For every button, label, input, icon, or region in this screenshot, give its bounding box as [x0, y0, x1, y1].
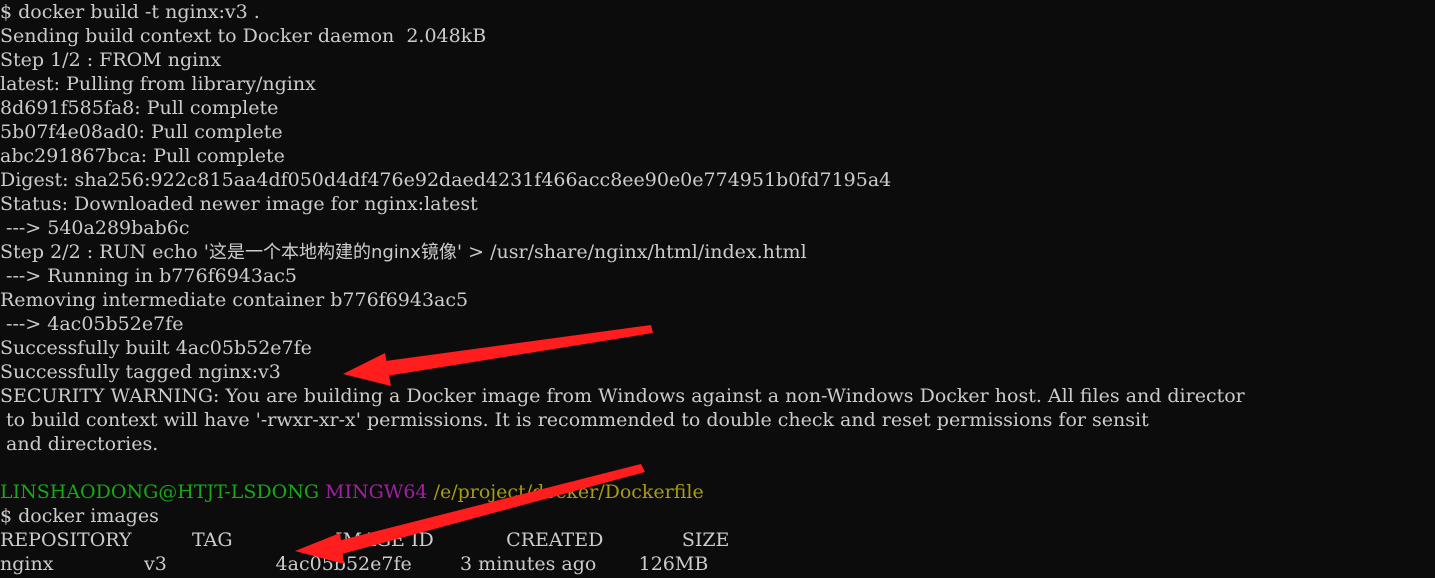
output-line-successfully-tagged: Successfully tagged nginx:v3: [0, 361, 281, 383]
images-table-header: REPOSITORY TAG IMAGE ID CREATED SIZE: [0, 529, 730, 551]
output-line-command-build: $ docker build -t nginx:v3 .: [0, 1, 260, 23]
output-line-blank: [0, 456, 1435, 480]
images-table-row: nginx v3 4ac05b52e7fe 3 minutes ago 126M…: [0, 553, 709, 575]
step-2-suffix: ' > /usr/share/nginx/html/index.html: [456, 241, 807, 263]
output-line-layer-3: abc291867bca: Pull complete: [0, 145, 285, 167]
output-line-pulling: latest: Pulling from library/nginx: [0, 73, 316, 95]
output-line-intermediate-id-2: ---> 4ac05b52e7fe: [0, 313, 184, 335]
output-line-layer-2: 5b07f4e08ad0: Pull complete: [0, 121, 283, 143]
output-line-successfully-built: Successfully built 4ac05b52e7fe: [0, 337, 312, 359]
output-line-running-in: ---> Running in b776f6943ac5: [0, 265, 298, 287]
output-line-sending-context: Sending build context to Docker daemon 2…: [0, 25, 487, 47]
terminal-window: $ docker build -t nginx:v3 . Sending bui…: [0, 0, 1435, 578]
step-2-chinese-text: 这是一个本地构建的nginx镜像: [208, 242, 457, 263]
prompt-shell-name: MINGW64: [325, 481, 428, 503]
output-line-step-2: Step 2/2 : RUN echo '这是一个本地构建的nginx镜像' >…: [0, 240, 1435, 264]
output-line-command-images: $ docker images: [0, 505, 159, 527]
output-line-removing-container: Removing intermediate container b776f694…: [0, 289, 469, 311]
terminal-output: $ docker build -t nginx:v3 . Sending bui…: [0, 0, 1435, 576]
output-line-security-warning-3: and directories.: [0, 433, 159, 455]
shell-prompt-line: LINSHAODONG@HTJT-LSDONG MINGW64 /e/proje…: [0, 480, 1435, 504]
prompt-user-host: LINSHAODONG@HTJT-LSDONG: [0, 481, 319, 503]
output-line-intermediate-id-1: ---> 540a289bab6c: [0, 217, 190, 239]
step-2-prefix: Step 2/2 : RUN echo ': [0, 241, 209, 263]
output-line-layer-1: 8d691f585fa8: Pull complete: [0, 97, 279, 119]
prompt-working-directory: /e/project/docker/Dockerfile: [433, 481, 704, 503]
output-line-security-warning-1: SECURITY WARNING: You are building a Doc…: [0, 385, 1245, 407]
output-line-security-warning-2: to build context will have '-rwxr-xr-x' …: [0, 409, 1149, 431]
output-line-step-1: Step 1/2 : FROM nginx: [0, 49, 222, 71]
output-line-digest: Digest: sha256:922c815aa4df050d4df476e92…: [0, 169, 892, 191]
output-line-status: Status: Downloaded newer image for nginx…: [0, 193, 478, 215]
